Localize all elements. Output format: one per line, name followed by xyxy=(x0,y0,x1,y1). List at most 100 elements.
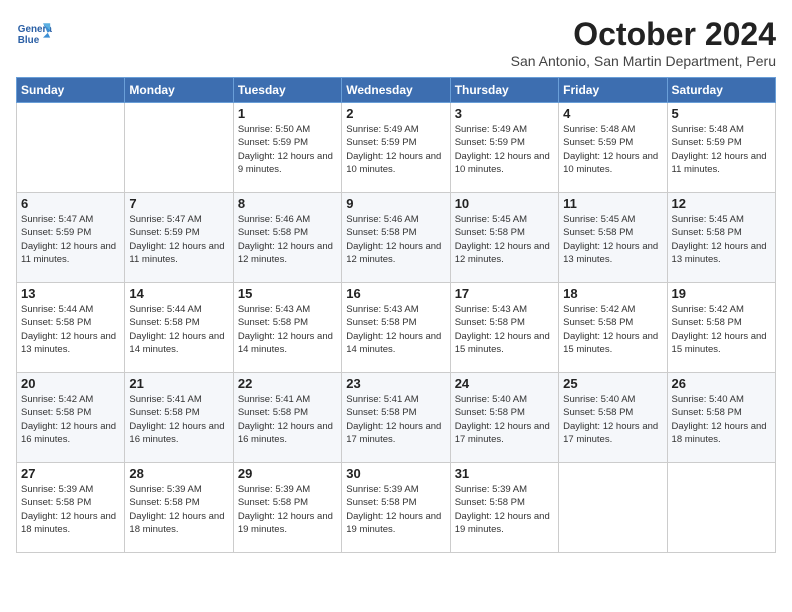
day-info: Sunrise: 5:45 AM Sunset: 5:58 PM Dayligh… xyxy=(563,213,662,266)
day-number: 18 xyxy=(563,286,662,301)
calendar-cell xyxy=(559,463,667,553)
logo-icon: General Blue xyxy=(16,16,52,52)
day-number: 8 xyxy=(238,196,337,211)
day-number: 27 xyxy=(21,466,120,481)
calendar-cell: 29 Sunrise: 5:39 AM Sunset: 5:58 PM Dayli… xyxy=(233,463,341,553)
day-info: Sunrise: 5:48 AM Sunset: 5:59 PM Dayligh… xyxy=(672,123,771,176)
calendar-cell: 31 Sunrise: 5:39 AM Sunset: 5:58 PM Dayli… xyxy=(450,463,558,553)
day-info: Sunrise: 5:43 AM Sunset: 5:58 PM Dayligh… xyxy=(455,303,554,356)
calendar-cell: 15Sunrise: 5:43 AM Sunset: 5:58 PM Dayli… xyxy=(233,283,341,373)
title-block: October 2024 San Antonio, San Martin Dep… xyxy=(511,16,776,69)
calendar-cell: 4 Sunrise: 5:48 AM Sunset: 5:59 PM Daylig… xyxy=(559,103,667,193)
logo: General Blue xyxy=(16,16,52,52)
day-number: 6 xyxy=(21,196,120,211)
day-info: Sunrise: 5:40 AM Sunset: 5:58 PM Dayligh… xyxy=(672,393,771,446)
day-number: 17 xyxy=(455,286,554,301)
day-number: 5 xyxy=(672,106,771,121)
weekday-header-wednesday: Wednesday xyxy=(342,78,450,103)
calendar-cell: 19 Sunrise: 5:42 AM Sunset: 5:58 PM Dayli… xyxy=(667,283,775,373)
calendar-cell: 28 Sunrise: 5:39 AM Sunset: 5:58 PM Dayli… xyxy=(125,463,233,553)
week-row-5: 27 Sunrise: 5:39 AM Sunset: 5:58 PM Dayli… xyxy=(17,463,776,553)
day-info: Sunrise: 5:49 AM Sunset: 5:59 PM Dayligh… xyxy=(455,123,554,176)
day-number: 31 xyxy=(455,466,554,481)
calendar-cell: 23 Sunrise: 5:41 AM Sunset: 5:58 PM Dayli… xyxy=(342,373,450,463)
day-number: 28 xyxy=(129,466,228,481)
day-info: Sunrise: 5:39 AM Sunset: 5:58 PM Dayligh… xyxy=(238,483,337,536)
calendar-cell: 8 Sunrise: 5:46 AM Sunset: 5:58 PM Daylig… xyxy=(233,193,341,283)
week-row-4: 20 Sunrise: 5:42 AM Sunset: 5:58 PM Dayli… xyxy=(17,373,776,463)
month-title: October 2024 xyxy=(511,16,776,53)
calendar-cell: 13Sunrise: 5:44 AM Sunset: 5:58 PM Dayli… xyxy=(17,283,125,373)
calendar-cell: 22Sunrise: 5:41 AM Sunset: 5:58 PM Dayli… xyxy=(233,373,341,463)
day-number: 24 xyxy=(455,376,554,391)
day-number: 20 xyxy=(21,376,120,391)
day-info: Sunrise: 5:42 AM Sunset: 5:58 PM Dayligh… xyxy=(672,303,771,356)
day-number: 7 xyxy=(129,196,228,211)
day-number: 23 xyxy=(346,376,445,391)
weekday-header-thursday: Thursday xyxy=(450,78,558,103)
day-info: Sunrise: 5:45 AM Sunset: 5:58 PM Dayligh… xyxy=(672,213,771,266)
day-info: Sunrise: 5:41 AM Sunset: 5:58 PM Dayligh… xyxy=(346,393,445,446)
day-info: Sunrise: 5:48 AM Sunset: 5:59 PM Dayligh… xyxy=(563,123,662,176)
calendar-cell: 24 Sunrise: 5:40 AM Sunset: 5:58 PM Dayli… xyxy=(450,373,558,463)
day-number: 13 xyxy=(21,286,120,301)
weekday-header-friday: Friday xyxy=(559,78,667,103)
day-number: 1 xyxy=(238,106,337,121)
calendar-cell: 27 Sunrise: 5:39 AM Sunset: 5:58 PM Dayli… xyxy=(17,463,125,553)
day-number: 12 xyxy=(672,196,771,211)
day-number: 3 xyxy=(455,106,554,121)
day-info: Sunrise: 5:46 AM Sunset: 5:58 PM Dayligh… xyxy=(238,213,337,266)
day-number: 4 xyxy=(563,106,662,121)
day-number: 9 xyxy=(346,196,445,211)
calendar-body: 1Sunrise: 5:50 AM Sunset: 5:59 PM Daylig… xyxy=(17,103,776,553)
svg-text:Blue: Blue xyxy=(18,35,40,46)
calendar-cell: 30Sunrise: 5:39 AM Sunset: 5:58 PM Dayli… xyxy=(342,463,450,553)
calendar-cell: 1Sunrise: 5:50 AM Sunset: 5:59 PM Daylig… xyxy=(233,103,341,193)
day-info: Sunrise: 5:43 AM Sunset: 5:58 PM Dayligh… xyxy=(346,303,445,356)
weekday-header-saturday: Saturday xyxy=(667,78,775,103)
day-info: Sunrise: 5:45 AM Sunset: 5:58 PM Dayligh… xyxy=(455,213,554,266)
calendar-cell: 2Sunrise: 5:49 AM Sunset: 5:59 PM Daylig… xyxy=(342,103,450,193)
day-info: Sunrise: 5:40 AM Sunset: 5:58 PM Dayligh… xyxy=(455,393,554,446)
day-info: Sunrise: 5:46 AM Sunset: 5:58 PM Dayligh… xyxy=(346,213,445,266)
calendar-cell: 11Sunrise: 5:45 AM Sunset: 5:58 PM Dayli… xyxy=(559,193,667,283)
day-number: 29 xyxy=(238,466,337,481)
day-number: 19 xyxy=(672,286,771,301)
calendar-cell: 6Sunrise: 5:47 AM Sunset: 5:59 PM Daylig… xyxy=(17,193,125,283)
calendar-cell: 17 Sunrise: 5:43 AM Sunset: 5:58 PM Dayli… xyxy=(450,283,558,373)
week-row-3: 13 Sunrise: 5:44 AM Sunset: 5:58 PM Dayli… xyxy=(17,283,776,373)
calendar-cell: 18 Sunrise: 5:42 AM Sunset: 5:58 PM Dayli… xyxy=(559,283,667,373)
day-info: Sunrise: 5:40 AM Sunset: 5:58 PM Dayligh… xyxy=(563,393,662,446)
day-info: Sunrise: 5:43 AM Sunset: 5:58 PM Dayligh… xyxy=(238,303,337,356)
calendar-cell: 5 Sunrise: 5:48 AM Sunset: 5:59 PM Daylig… xyxy=(667,103,775,193)
calendar-cell: 25Sunrise: 5:40 AM Sunset: 5:58 PM Dayli… xyxy=(559,373,667,463)
weekday-header-monday: Monday xyxy=(125,78,233,103)
day-number: 2 xyxy=(346,106,445,121)
calendar-cell: 3 Sunrise: 5:49 AM Sunset: 5:59 PM Daylig… xyxy=(450,103,558,193)
week-row-2: 6Sunrise: 5:47 AM Sunset: 5:59 PM Daylig… xyxy=(17,193,776,283)
week-row-1: 1Sunrise: 5:50 AM Sunset: 5:59 PM Daylig… xyxy=(17,103,776,193)
weekday-header-tuesday: Tuesday xyxy=(233,78,341,103)
day-info: Sunrise: 5:39 AM Sunset: 5:58 PM Dayligh… xyxy=(455,483,554,536)
weekday-header-row: SundayMondayTuesdayWednesdayThursdayFrid… xyxy=(17,78,776,103)
calendar-cell: 14 Sunrise: 5:44 AM Sunset: 5:58 PM Dayli… xyxy=(125,283,233,373)
calendar-cell xyxy=(667,463,775,553)
day-number: 14 xyxy=(129,286,228,301)
day-number: 10 xyxy=(455,196,554,211)
day-info: Sunrise: 5:41 AM Sunset: 5:58 PM Dayligh… xyxy=(238,393,337,446)
day-number: 21 xyxy=(129,376,228,391)
day-info: Sunrise: 5:42 AM Sunset: 5:58 PM Dayligh… xyxy=(21,393,120,446)
day-info: Sunrise: 5:42 AM Sunset: 5:58 PM Dayligh… xyxy=(563,303,662,356)
calendar-cell xyxy=(17,103,125,193)
calendar-cell: 10 Sunrise: 5:45 AM Sunset: 5:58 PM Dayli… xyxy=(450,193,558,283)
location-title: San Antonio, San Martin Department, Peru xyxy=(511,53,776,69)
calendar-table: SundayMondayTuesdayWednesdayThursdayFrid… xyxy=(16,77,776,553)
calendar-cell: 26Sunrise: 5:40 AM Sunset: 5:58 PM Dayli… xyxy=(667,373,775,463)
calendar-cell: 21Sunrise: 5:41 AM Sunset: 5:58 PM Dayli… xyxy=(125,373,233,463)
day-info: Sunrise: 5:44 AM Sunset: 5:58 PM Dayligh… xyxy=(129,303,228,356)
day-info: Sunrise: 5:39 AM Sunset: 5:58 PM Dayligh… xyxy=(21,483,120,536)
day-number: 16 xyxy=(346,286,445,301)
day-info: Sunrise: 5:39 AM Sunset: 5:58 PM Dayligh… xyxy=(129,483,228,536)
day-number: 30 xyxy=(346,466,445,481)
calendar-cell: 12 Sunrise: 5:45 AM Sunset: 5:58 PM Dayli… xyxy=(667,193,775,283)
